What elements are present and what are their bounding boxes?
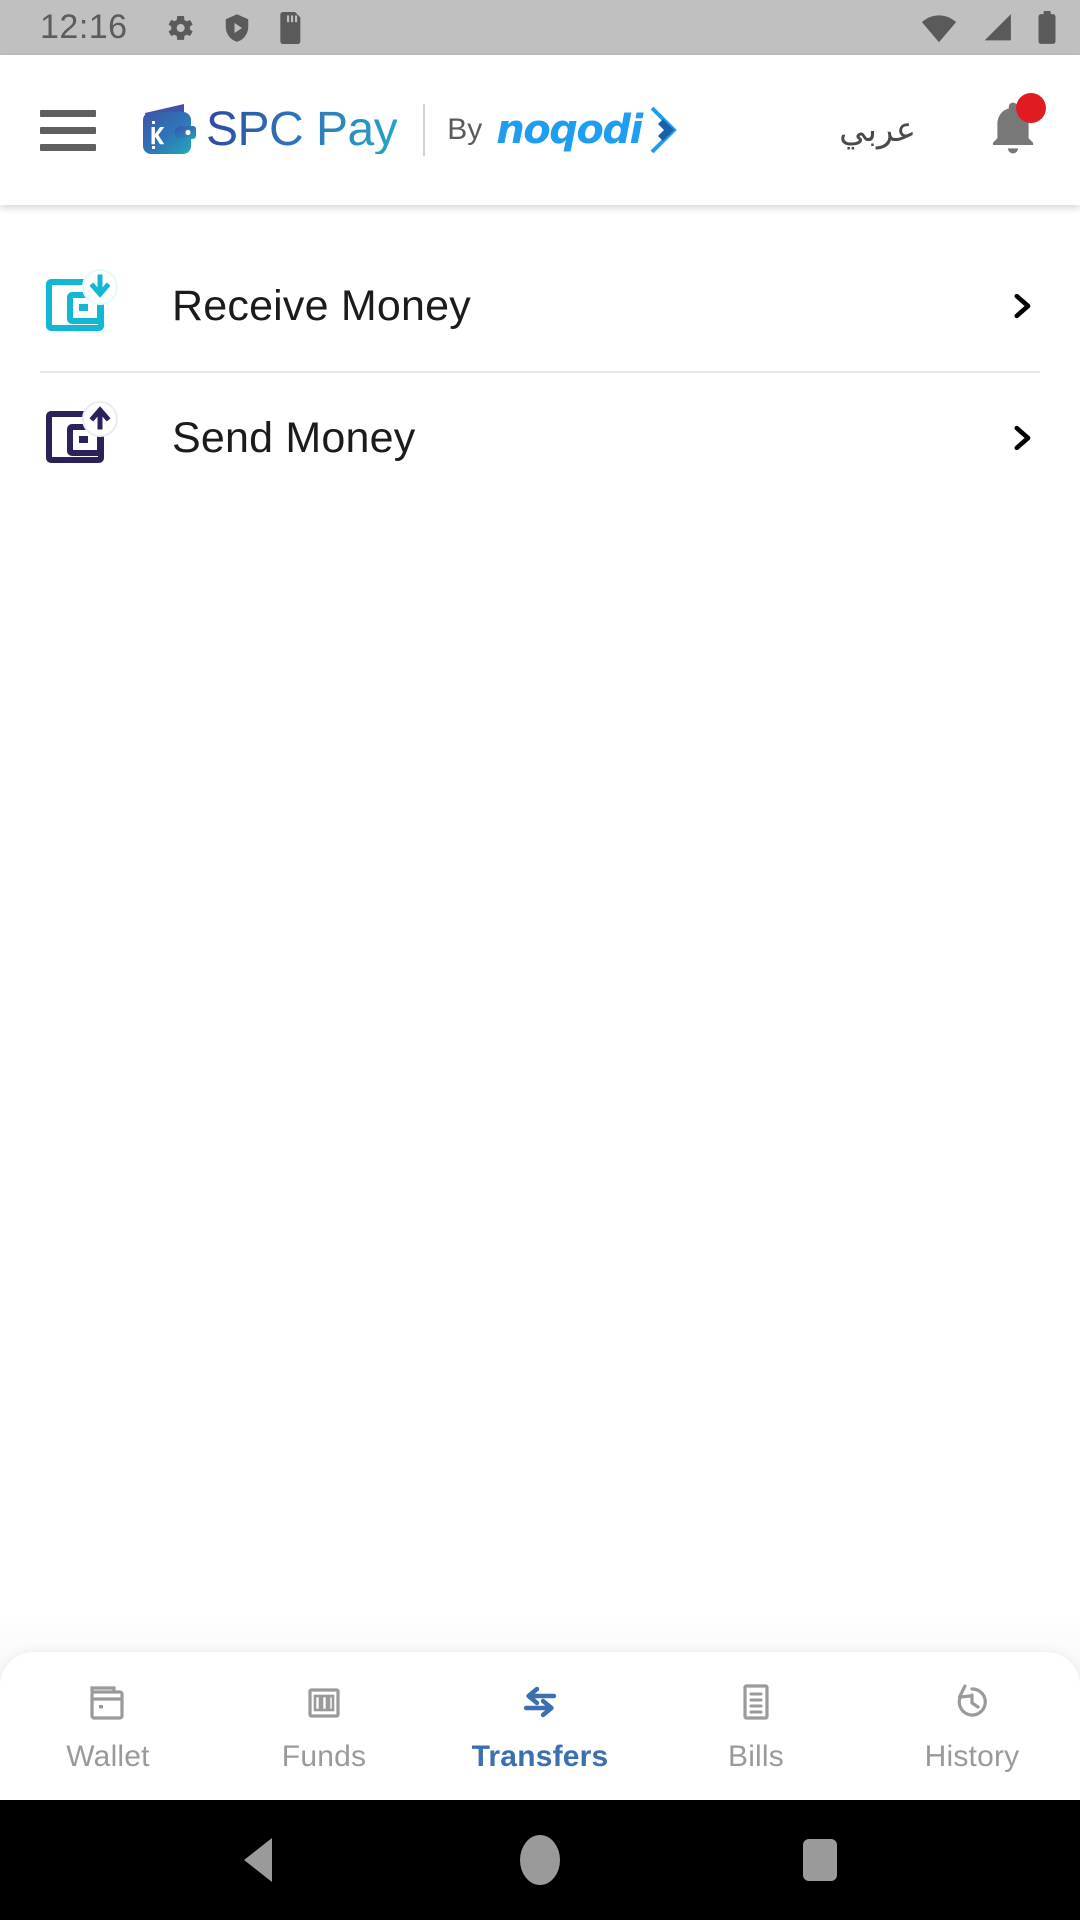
- status-bar-clock: 12:16: [40, 8, 128, 46]
- noqodi-logo: noqodi: [496, 102, 679, 158]
- chevron-right-icon: [1004, 286, 1038, 326]
- app-header: SPC Pay By noqodi عربي: [0, 55, 1080, 205]
- android-status-bar: 12:16: [0, 0, 1080, 55]
- gear-icon: [164, 12, 196, 44]
- noqodi-wordmark: noqodi: [496, 107, 643, 153]
- nav-tab-label: Funds: [281, 1740, 367, 1773]
- status-bar-right-icons: [920, 10, 1058, 45]
- notification-badge-dot: [1016, 92, 1046, 123]
- nav-tab-transfers[interactable]: Transfers: [432, 1652, 648, 1800]
- nav-tab-label: History: [924, 1740, 1020, 1773]
- hamburger-bar: [40, 143, 96, 151]
- noqodi-arrow-icon: [638, 102, 680, 158]
- recents-square-icon[interactable]: [760, 1800, 880, 1920]
- menu-item-label: Receive Money: [172, 281, 471, 330]
- nav-tab-funds[interactable]: Funds: [216, 1652, 432, 1800]
- brand-logo: SPC Pay By noqodi: [138, 101, 680, 159]
- brand-title: SPC Pay: [206, 103, 398, 156]
- funds-icon: [300, 1678, 348, 1726]
- main-content: Receive Money Send Money Wallet Funds Tr…: [0, 205, 1080, 1800]
- android-navigation-bar: [0, 1800, 1080, 1920]
- chevron-right-icon: [1004, 418, 1038, 458]
- nav-tab-wallet[interactable]: Wallet: [0, 1652, 216, 1800]
- transfers-menu-list: Receive Money Send Money: [0, 205, 1080, 503]
- hamburger-bar: [40, 126, 96, 134]
- nav-tab-bills[interactable]: Bills: [648, 1652, 864, 1800]
- nav-tab-history[interactable]: History: [864, 1652, 1080, 1800]
- menu-item-send-money[interactable]: Send Money: [0, 373, 1080, 503]
- notifications-button[interactable]: [980, 92, 1046, 168]
- bell-icon: [986, 102, 1040, 161]
- app-screen: 12:16 SPC Pay By noqodi عربي Receive Mon…: [0, 0, 1080, 1920]
- wifi-icon: [920, 12, 958, 44]
- sd-card-icon: [278, 11, 304, 44]
- menu-item-label: Send Money: [172, 413, 416, 462]
- brand-divider: [423, 104, 426, 156]
- menu-item-receive-money[interactable]: Receive Money: [0, 241, 1080, 371]
- play-protect-icon: [222, 12, 252, 44]
- nav-tab-label: Transfers: [471, 1740, 609, 1773]
- bottom-navigation-bar: Wallet Funds Transfers Bills History: [0, 1652, 1080, 1800]
- home-circle-icon[interactable]: [480, 1800, 600, 1920]
- brand-by-label: By: [447, 113, 483, 146]
- hamburger-bar: [40, 109, 96, 117]
- nav-tab-label: Bills: [727, 1740, 784, 1773]
- cellular-signal-icon: [980, 12, 1014, 44]
- language-toggle-button[interactable]: عربي: [831, 100, 924, 160]
- bills-icon: [732, 1678, 780, 1726]
- back-triangle-icon[interactable]: [200, 1800, 320, 1920]
- hamburger-menu-icon[interactable]: [40, 109, 96, 151]
- transfers-icon: [516, 1678, 564, 1726]
- status-bar-left-icons: [164, 11, 304, 44]
- send-money-icon: [44, 401, 118, 475]
- receive-money-icon: [44, 269, 118, 343]
- nav-tab-label: Wallet: [66, 1740, 150, 1773]
- wallet-icon: [84, 1678, 132, 1726]
- spc-wallet-logo-icon: [138, 101, 196, 159]
- battery-icon: [1036, 10, 1058, 45]
- history-icon: [948, 1678, 996, 1726]
